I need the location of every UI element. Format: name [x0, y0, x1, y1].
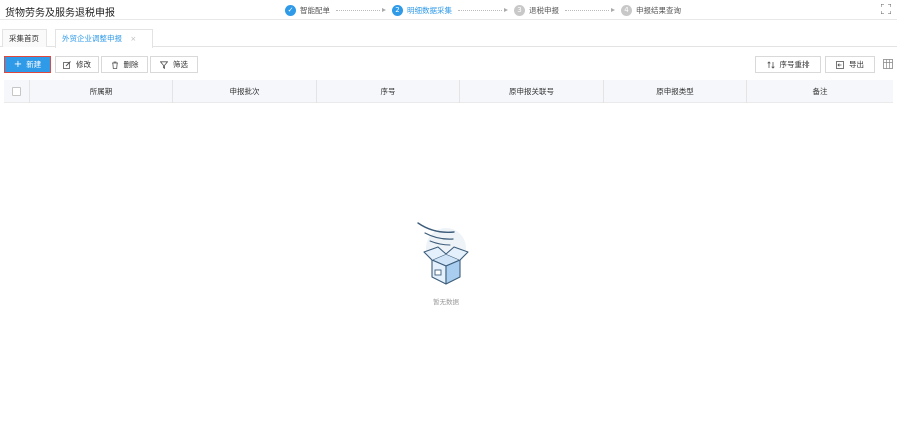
- step-detail-collection[interactable]: 2 明细数据采集: [392, 4, 452, 16]
- page-title: 货物劳务及服务退税申报: [5, 8, 115, 19]
- app-header: 货物劳务及服务退税申报 ✓ 智能配单 2 明细数据采集 3 退税申报 4 申报结…: [0, 0, 897, 20]
- filter-button[interactable]: 筛选: [150, 56, 198, 73]
- edit-icon: [63, 60, 71, 69]
- column-header-original-type[interactable]: 原申报类型: [604, 79, 747, 103]
- step-number: 2: [392, 4, 403, 16]
- column-settings-icon[interactable]: [883, 59, 893, 69]
- edit-button-label: 修改: [76, 60, 91, 69]
- step-connector: [458, 9, 502, 11]
- empty-box-icon: [417, 222, 469, 285]
- delete-button[interactable]: 删除: [101, 56, 148, 73]
- step-label: 申报结果查询: [636, 5, 681, 15]
- check-icon: ✓: [285, 4, 296, 16]
- tab-label: 外贸企业调整申报: [62, 34, 122, 43]
- export-button-label: 导出: [849, 60, 864, 69]
- step-number: 3: [514, 4, 525, 16]
- step-connector: [336, 9, 380, 11]
- step-refund-declaration[interactable]: 3 退税申报: [514, 4, 559, 16]
- step-label: 退税申报: [529, 5, 559, 15]
- toolbar: + 新建 修改 删除 筛选 序号重排 导出: [0, 56, 897, 74]
- fullscreen-icon[interactable]: [881, 4, 891, 14]
- export-icon: [836, 60, 844, 69]
- new-button-label: 新建: [26, 60, 42, 69]
- step-number: 4: [621, 4, 632, 16]
- tab-foreign-trade-adjustment[interactable]: 外贸企业调整申报 ×: [55, 29, 153, 48]
- filter-button-label: 筛选: [173, 60, 188, 69]
- tab-collection-home[interactable]: 采集首页: [2, 29, 47, 47]
- step-result-query[interactable]: 4 申报结果查询: [621, 4, 681, 16]
- column-header-seq[interactable]: 序号: [317, 79, 460, 103]
- column-header-remarks[interactable]: 备注: [747, 80, 893, 103]
- sort-icon: [766, 60, 775, 69]
- reorder-button-label: 序号重排: [779, 60, 810, 69]
- step-label: 智能配单: [300, 5, 330, 15]
- select-all-cell: [4, 79, 30, 103]
- close-icon[interactable]: ×: [130, 35, 136, 43]
- tab-bar: 采集首页 外贸企业调整申报 ×: [0, 26, 897, 48]
- plus-icon: +: [13, 59, 23, 70]
- arrow-right-icon: [611, 8, 615, 12]
- column-header-batch[interactable]: 申报批次: [173, 79, 317, 103]
- column-header-original-ref[interactable]: 原申报关联号: [460, 79, 604, 103]
- export-button[interactable]: 导出: [825, 56, 875, 73]
- select-all-checkbox[interactable]: [12, 86, 21, 96]
- arrow-right-icon: [382, 8, 386, 12]
- new-button[interactable]: + 新建: [4, 56, 51, 73]
- step-label: 明细数据采集: [407, 5, 452, 15]
- step-connector: [565, 9, 609, 11]
- arrow-right-icon: [504, 8, 508, 12]
- empty-state-text: 暂无数据: [433, 298, 459, 306]
- column-header-period[interactable]: 所属期: [30, 79, 173, 103]
- table-header: 所属期 申报批次 序号 原申报关联号 原申报类型 备注: [4, 79, 893, 103]
- filter-icon: [160, 60, 168, 69]
- edit-button[interactable]: 修改: [55, 56, 99, 73]
- reorder-button[interactable]: 序号重排: [755, 56, 821, 73]
- empty-state: 暂无数据: [410, 214, 482, 306]
- tab-label: 采集首页: [9, 34, 39, 43]
- trash-icon: [111, 61, 118, 69]
- step-smart-matching[interactable]: ✓ 智能配单: [285, 4, 330, 16]
- delete-button-label: 删除: [123, 60, 139, 69]
- progress-steps: ✓ 智能配单 2 明细数据采集 3 退税申报 4 申报结果查询: [285, 3, 681, 17]
